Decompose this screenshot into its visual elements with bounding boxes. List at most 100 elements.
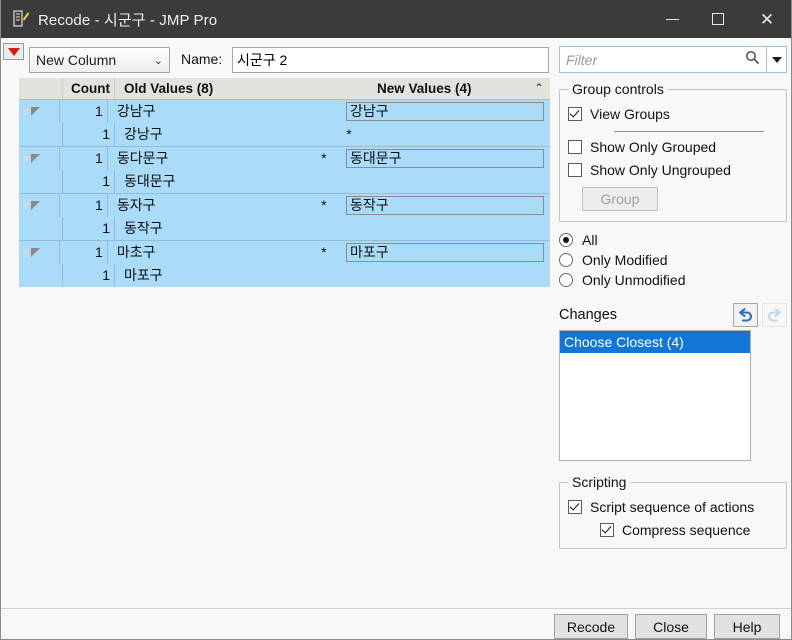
cell-modified-marker: * [321, 197, 327, 213]
cell-old-value[interactable]: 동다문구 [108, 147, 302, 170]
cell-modified-marker: * [321, 150, 327, 166]
changes-listbox[interactable]: Choose Closest (4) [559, 330, 751, 461]
script-sequence-label: Script sequence of actions [590, 499, 755, 515]
close-dialog-button[interactable]: Close [635, 614, 707, 639]
show-only-grouped-checkbox[interactable] [568, 140, 582, 154]
table-row[interactable]: 1 강남구 강남구 [19, 100, 550, 123]
cell-new-value [373, 264, 550, 287]
table-row[interactable]: 1 마포구 [19, 264, 550, 287]
cell-count: 1 [63, 123, 115, 146]
header-old-values[interactable]: Old Values (8) [115, 78, 325, 99]
row-spacer [19, 123, 63, 146]
header-expander [19, 78, 63, 99]
header-count[interactable]: Count [63, 78, 115, 99]
group-button[interactable]: Group [582, 187, 658, 211]
chevron-down-icon: ⌄ [153, 54, 163, 67]
filter-dropdown-button[interactable] [767, 46, 787, 73]
window-controls: ✕ [649, 0, 791, 38]
show-only-ungrouped-checkbox[interactable] [568, 163, 582, 177]
table-row[interactable]: 1 강낭구 * [19, 123, 550, 146]
radio-only-modified-indicator[interactable] [559, 253, 573, 267]
new-value-input[interactable]: 마포구 [345, 243, 544, 262]
header-new-values[interactable]: New Values (4) [373, 78, 523, 99]
view-groups-checkbox[interactable] [568, 107, 582, 121]
group-expander-button[interactable] [19, 147, 60, 170]
compress-sequence-row[interactable]: Compress sequence [600, 522, 778, 538]
recode-document-icon [13, 10, 29, 28]
radio-all-indicator[interactable] [559, 233, 573, 247]
radio-only-modified[interactable]: Only Modified [559, 252, 787, 268]
sort-chevron-icon[interactable]: ⌃ [523, 78, 550, 99]
new-value-input[interactable]: 동작구 [345, 196, 544, 215]
cell-count: 1 [60, 241, 108, 264]
view-groups-label: View Groups [590, 106, 670, 122]
table-row[interactable]: 1 동다문구 * 동대문구 [19, 146, 550, 170]
recode-button[interactable]: Recode [554, 614, 628, 639]
triangle-expand-icon [24, 154, 40, 163]
group-expander-button[interactable] [19, 194, 60, 217]
table-row[interactable]: 1 동작구 [19, 217, 550, 240]
table-row[interactable]: 1 동대문구 [19, 170, 550, 193]
group-controls-legend: Group controls [572, 81, 664, 97]
new-value-input[interactable]: 동대문구 [345, 149, 544, 168]
cell-old-value[interactable]: 마초구 [108, 241, 302, 264]
cell-count: 1 [63, 170, 115, 193]
scripting-fieldset: Scripting Script sequence of actions Com… [559, 474, 787, 549]
minimize-button[interactable] [649, 0, 695, 38]
new-value-input[interactable]: 강남구 [345, 102, 544, 121]
view-filter-radio-group: All Only Modified Only Unmodified [559, 232, 787, 288]
group-expander-button[interactable] [19, 100, 60, 123]
maximize-button[interactable] [695, 0, 741, 38]
column-mode-select[interactable]: New Column ⌄ [29, 47, 170, 73]
magnifier-icon[interactable] [745, 50, 760, 70]
view-groups-row[interactable]: View Groups [568, 106, 778, 122]
show-only-grouped-row[interactable]: Show Only Grouped [568, 139, 778, 155]
radio-all[interactable]: All [559, 232, 787, 248]
radio-only-unmodified-indicator[interactable] [559, 273, 573, 287]
help-button[interactable]: Help [714, 614, 780, 639]
cell-old-value[interactable]: 동자구 [108, 194, 302, 217]
cell-count: 1 [63, 217, 115, 240]
cell-new-value: 마포구 [345, 241, 550, 264]
radio-only-unmodified[interactable]: Only Unmodified [559, 272, 787, 288]
group-controls-fieldset: Group controls View Groups Show Only Gro… [559, 81, 787, 222]
red-triangle-menu-button[interactable] [3, 43, 24, 60]
maximize-icon [712, 13, 724, 25]
script-sequence-row[interactable]: Script sequence of actions [568, 499, 778, 515]
scripting-legend: Scripting [572, 474, 627, 490]
redo-arrow-icon [767, 307, 781, 322]
table-row[interactable]: 1 마초구 * 마포구 [19, 240, 550, 264]
recode-table: Count Old Values (8) New Values (4) ⌃ 1강… [19, 78, 550, 287]
cell-old-value[interactable]: 마포구 [115, 264, 325, 287]
compress-sequence-checkbox[interactable] [600, 523, 614, 537]
redo-button [762, 303, 787, 327]
cell-count: 1 [63, 264, 115, 287]
cell-modified-marker [325, 264, 373, 287]
name-input[interactable]: 시군구 2 [232, 47, 549, 73]
undo-button[interactable] [733, 303, 758, 327]
close-button[interactable]: ✕ [741, 0, 791, 38]
triangle-expand-icon [24, 201, 40, 210]
show-only-ungrouped-row[interactable]: Show Only Ungrouped [568, 162, 778, 178]
table-row[interactable]: 1 동자구 * 동작구 [19, 193, 550, 217]
changes-header: Changes [559, 302, 787, 328]
footer-bar: Recode Close Help [1, 608, 791, 639]
cell-modified-marker [325, 217, 373, 240]
cell-old-value[interactable]: 동작구 [115, 217, 325, 240]
title-bar: Recode - 시군구 - JMP Pro ✕ [1, 0, 791, 38]
cell-new-value [373, 170, 550, 193]
radio-only-unmodified-label: Only Unmodified [582, 272, 686, 288]
group-expander-button[interactable] [19, 241, 60, 264]
recode-dialog: Recode - 시군구 - JMP Pro ✕ New Column ⌄ Na… [0, 0, 792, 640]
cell-old-value[interactable]: 강낭구 [115, 123, 325, 146]
table-body: 1 강남구 강남구 1 강낭구 * 1 동다문구 * 동대문구 1 동대문구 1 동자구 * 동작구 1 동작구 1… [19, 100, 550, 287]
changes-list-item[interactable]: Choose Closest (4) [560, 331, 750, 353]
minimize-icon [665, 18, 679, 20]
chevron-down-icon [771, 56, 782, 63]
cell-old-value[interactable]: 강남구 [108, 100, 302, 123]
script-sequence-checkbox[interactable] [568, 500, 582, 514]
cell-old-value[interactable]: 동대문구 [115, 170, 325, 193]
undo-redo-group [733, 303, 787, 327]
filter-input[interactable]: Filter [559, 46, 767, 73]
cell-new-value [373, 123, 550, 146]
